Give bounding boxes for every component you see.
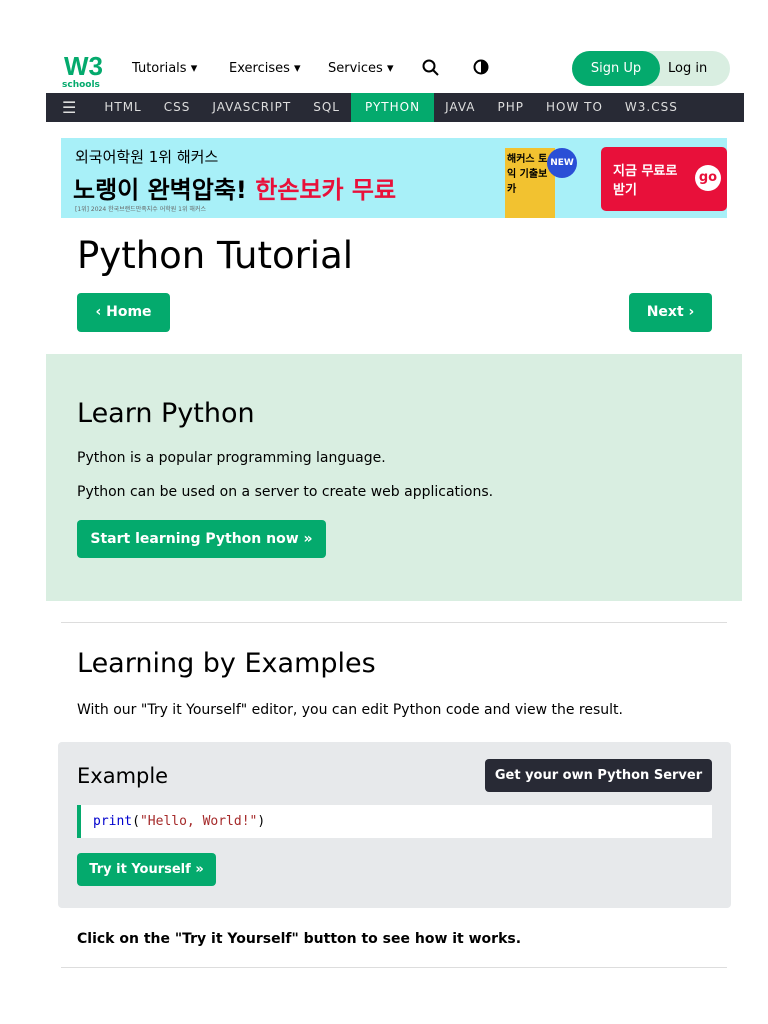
divider	[61, 622, 727, 623]
paragraph: Python can be used on a server to create…	[77, 484, 494, 500]
example-title: Example	[77, 764, 169, 788]
start-learning-button[interactable]: Start learning Python now »	[77, 520, 326, 558]
menu-services[interactable]: Services ▾	[328, 61, 394, 76]
search-icon[interactable]	[422, 59, 440, 77]
nav-php[interactable]: PHP	[486, 93, 535, 122]
nav-java[interactable]: JAVA	[434, 93, 486, 122]
try-it-yourself-button[interactable]: Try it Yourself »	[77, 853, 216, 886]
hamburger-menu-icon[interactable]: ☰	[46, 93, 93, 122]
w3schools-logo[interactable]: W3 schools	[62, 51, 103, 91]
section-title: Learning by Examples	[77, 648, 376, 679]
ad-new-badge: NEW	[547, 148, 577, 178]
learn-python-section: Learn Python Python is a popular program…	[46, 354, 742, 601]
ad-highlight: 한손보카 무료	[255, 176, 397, 204]
auth-buttons: Sign Up Log in	[572, 51, 730, 86]
nav-css[interactable]: CSS	[153, 93, 202, 122]
paragraph: Python is a popular programming language…	[77, 450, 386, 466]
home-button[interactable]: ‹ Home	[77, 293, 170, 332]
dark-mode-toggle-icon[interactable]	[473, 59, 489, 75]
nav-howto[interactable]: HOW TO	[535, 93, 614, 122]
advertisement-banner[interactable]: 외국어학원 1위 해커스 노랭이 완벽압축! 한손보카 무료 [1위] 2024…	[61, 138, 727, 218]
topic-nav: ☰ HTML CSS JAVASCRIPT SQL PYTHON JAVA PH…	[46, 93, 744, 122]
ad-text: 노랭이 완벽압축!	[73, 176, 247, 204]
ad-cta-button[interactable]: 지금 무료로 받기 go	[601, 147, 727, 211]
menu-tutorials[interactable]: Tutorials ▾	[132, 61, 197, 76]
instruction-text: Click on the "Try it Yourself" button to…	[77, 931, 522, 947]
page-title: Python Tutorial	[77, 234, 354, 277]
get-server-button[interactable]: Get your own Python Server	[485, 759, 712, 792]
divider	[61, 967, 727, 968]
paragraph: With our "Try it Yourself" editor, you c…	[77, 702, 623, 718]
example-box: Example Get your own Python Server print…	[58, 742, 731, 908]
menu-exercises[interactable]: Exercises ▾	[229, 61, 301, 76]
code-block: print("Hello, World!")	[77, 805, 712, 838]
nav-sql[interactable]: SQL	[302, 93, 351, 122]
section-title: Learn Python	[77, 398, 255, 429]
nav-python[interactable]: PYTHON	[350, 93, 435, 122]
top-bar: W3 schools Tutorials ▾ Exercises ▾ Servic…	[46, 45, 746, 93]
next-button[interactable]: Next ›	[629, 293, 712, 332]
sign-up-button[interactable]: Sign Up	[572, 51, 660, 86]
nav-html[interactable]: HTML	[93, 93, 152, 122]
nav-javascript[interactable]: JAVASCRIPT	[201, 93, 302, 122]
ad-headline: 외국어학원 1위 해커스	[75, 148, 219, 166]
ad-disclaimer: [1위] 2024 한국브랜드만족지수 어학원 1위 해커스	[75, 206, 206, 213]
nav-w3css[interactable]: W3.CSS	[614, 93, 689, 122]
log-in-button[interactable]: Log in	[668, 51, 707, 86]
